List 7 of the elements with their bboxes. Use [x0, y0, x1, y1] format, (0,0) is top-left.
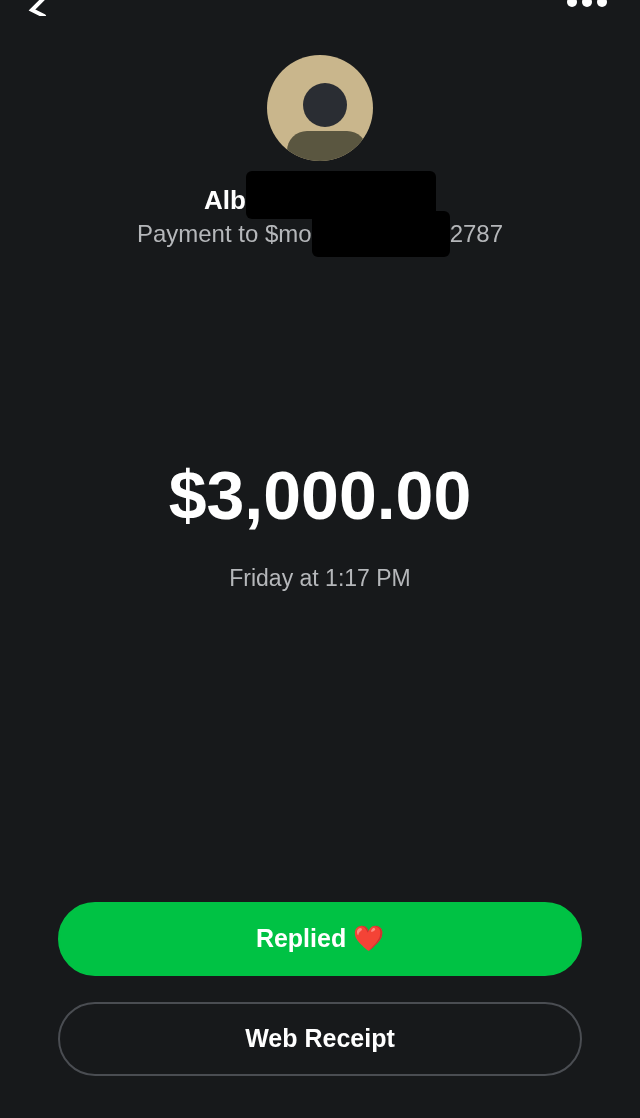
payment-label: Payment to $mo	[136, 219, 312, 249]
payment-amount: $3,000.00	[168, 461, 472, 529]
recipient-name: Alb	[204, 183, 246, 217]
back-icon[interactable]	[26, 0, 48, 16]
payment-time: Friday at 1:17 PM	[229, 564, 411, 593]
payment-suffix: 2787	[449, 219, 504, 249]
receipt-button[interactable]: Web Receipt	[58, 1002, 582, 1076]
